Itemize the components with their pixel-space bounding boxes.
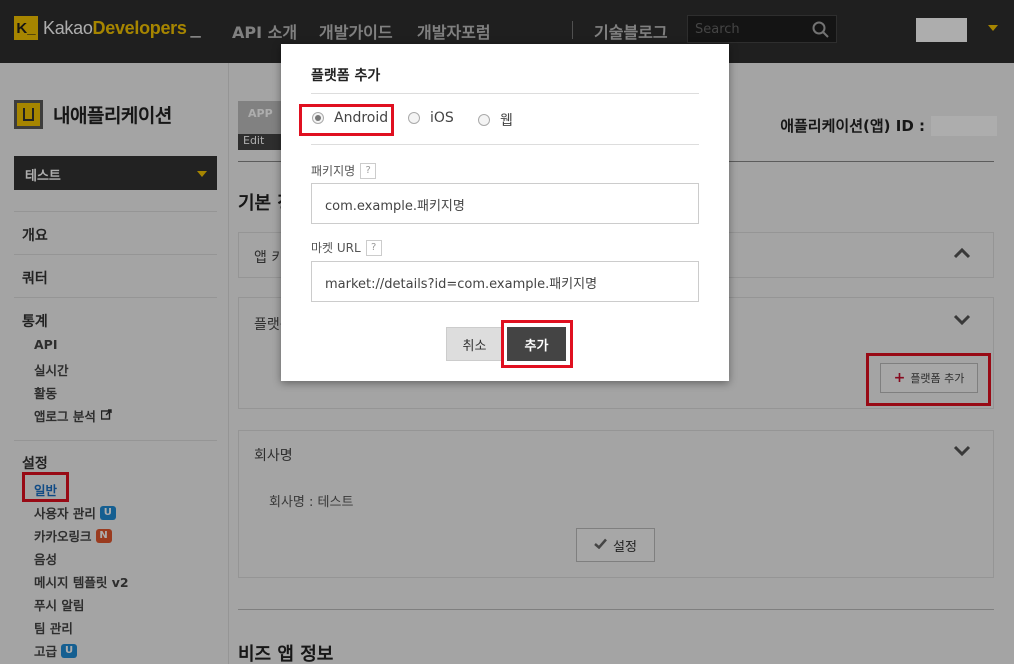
package-name-label: 패키지명 ? [311, 162, 377, 179]
dialog-divider [311, 144, 699, 145]
dialog-divider [311, 93, 699, 94]
help-icon[interactable]: ? [365, 239, 382, 256]
market-url-input[interactable]: market://details?id=com.example.패키지명 [311, 261, 699, 302]
radio-unselected-icon[interactable] [408, 112, 420, 124]
package-label-text: 패키지명 [311, 164, 356, 178]
help-icon[interactable]: ? [360, 162, 377, 179]
add-platform-dialog: 플랫폼 추가 Android iOS 웹 패키지명 ? com.example.… [281, 44, 729, 381]
package-name-input[interactable]: com.example.패키지명 [311, 183, 699, 224]
market-label-text: 마켓 URL [311, 241, 361, 255]
radio-label-web: 웹 [500, 113, 513, 129]
radio-web[interactable]: 웹 [478, 110, 513, 130]
highlight-android [299, 104, 394, 136]
radio-unselected-icon[interactable] [478, 114, 490, 126]
highlight-add-button [501, 320, 573, 368]
cancel-button[interactable]: 취소 [446, 327, 503, 361]
dialog-title: 플랫폼 추가 [311, 68, 381, 84]
radio-label-ios: iOS [430, 110, 454, 126]
market-url-label: 마켓 URL ? [311, 239, 382, 256]
radio-ios[interactable]: iOS [408, 110, 454, 126]
